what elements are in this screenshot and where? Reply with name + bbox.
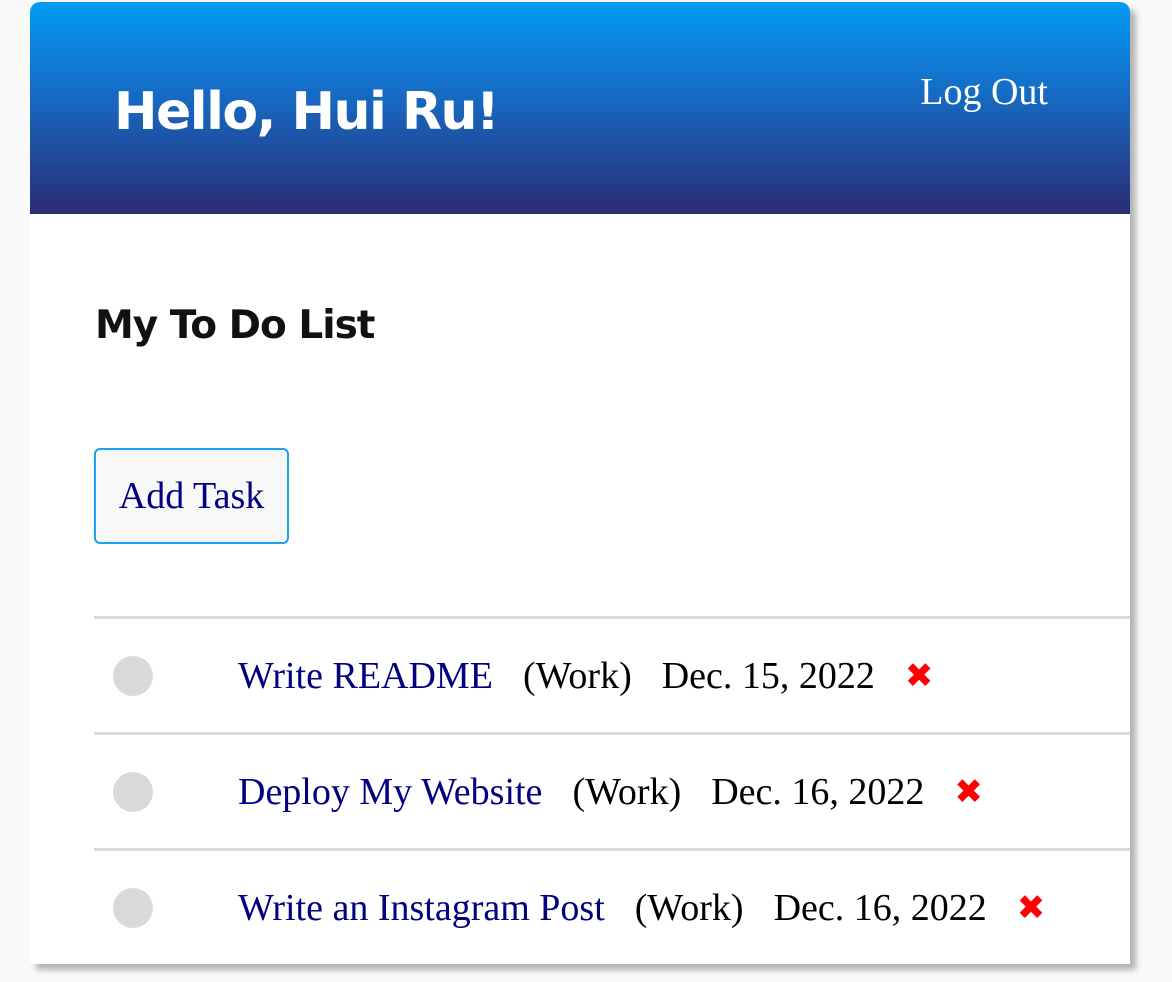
todo-card: Hello, Hui Ru! Log Out My To Do List Add… bbox=[30, 2, 1130, 964]
task-list: Write README (Work) Dec. 15, 2022 ✖ Depl… bbox=[94, 616, 1130, 964]
task-title-link[interactable]: Deploy My Website bbox=[238, 770, 542, 814]
task-content: Write README (Work) Dec. 15, 2022 ✖ bbox=[238, 619, 933, 732]
task-content: Write an Instagram Post (Work) Dec. 16, … bbox=[238, 851, 1045, 964]
complete-task-checkbox[interactable] bbox=[113, 772, 153, 812]
task-category: (Work) bbox=[572, 770, 682, 813]
task-row: Write README (Work) Dec. 15, 2022 ✖ bbox=[94, 616, 1130, 732]
task-title-link[interactable]: Write an Instagram Post bbox=[238, 886, 605, 930]
delete-x-icon[interactable]: ✖ bbox=[1017, 891, 1046, 925]
page-title: My To Do List bbox=[95, 303, 375, 348]
task-due-date: Dec. 16, 2022 bbox=[711, 770, 925, 813]
task-due-date: Dec. 16, 2022 bbox=[773, 886, 987, 929]
complete-task-checkbox[interactable] bbox=[113, 888, 153, 928]
task-content: Deploy My Website (Work) Dec. 16, 2022 ✖ bbox=[238, 735, 983, 848]
task-category: (Work) bbox=[634, 886, 744, 929]
delete-x-icon[interactable]: ✖ bbox=[954, 775, 983, 809]
task-due-date: Dec. 15, 2022 bbox=[661, 654, 875, 697]
task-title-link[interactable]: Write README bbox=[238, 654, 493, 698]
header-banner: Hello, Hui Ru! Log Out bbox=[30, 2, 1130, 214]
add-task-button[interactable]: Add Task bbox=[94, 448, 289, 544]
greeting-heading: Hello, Hui Ru! bbox=[114, 82, 500, 142]
logout-link[interactable]: Log Out bbox=[920, 68, 1048, 116]
complete-task-checkbox[interactable] bbox=[113, 656, 153, 696]
task-row: Write an Instagram Post (Work) Dec. 16, … bbox=[94, 848, 1130, 964]
task-row: Deploy My Website (Work) Dec. 16, 2022 ✖ bbox=[94, 732, 1130, 848]
task-category: (Work) bbox=[522, 654, 632, 697]
delete-x-icon[interactable]: ✖ bbox=[905, 659, 934, 693]
